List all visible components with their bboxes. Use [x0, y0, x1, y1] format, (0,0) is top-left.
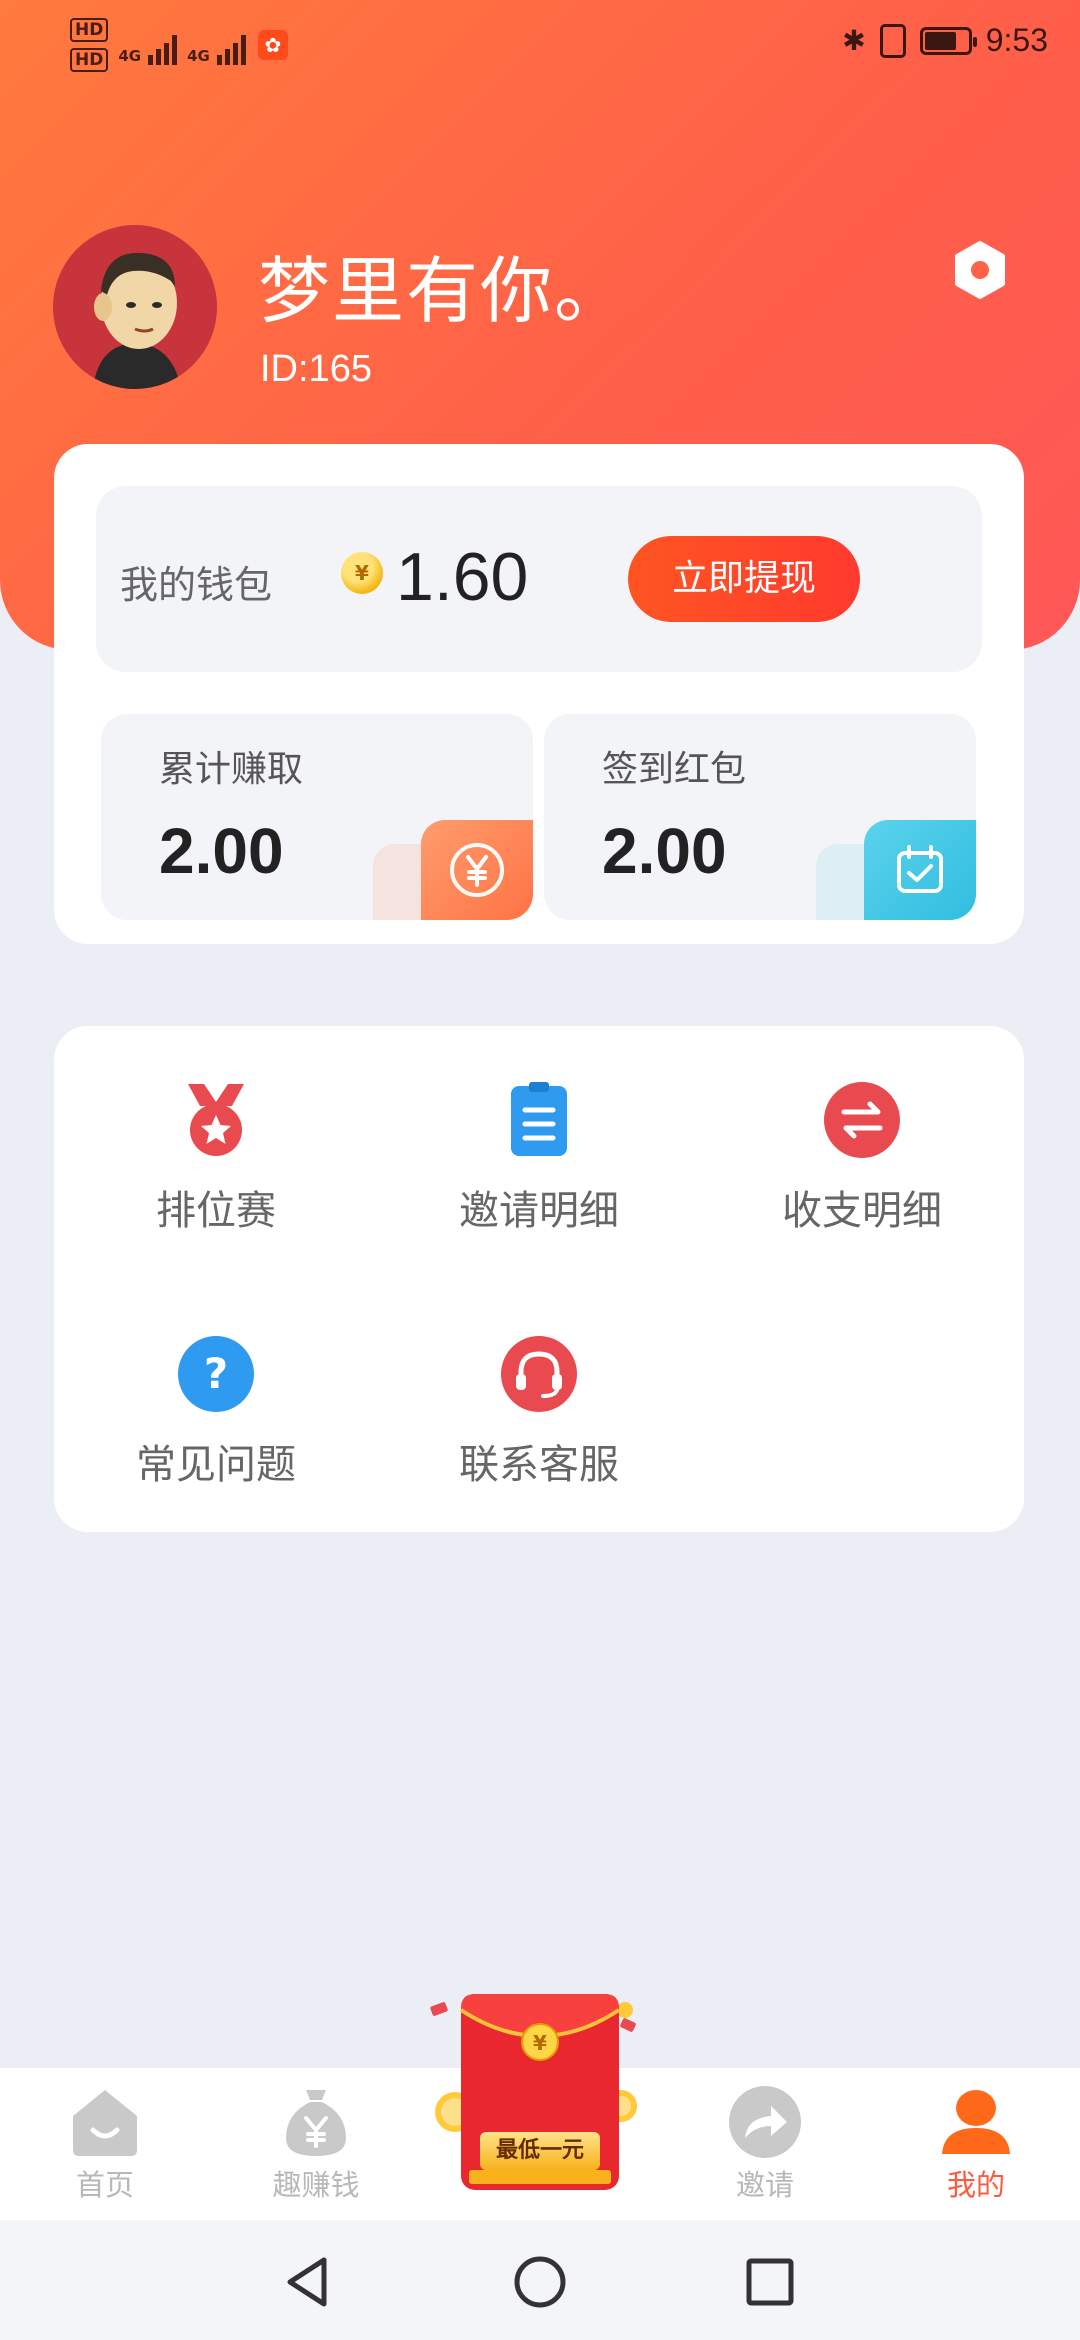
clipboard-icon: [499, 1080, 579, 1160]
avatar[interactable]: [53, 225, 217, 389]
nav-invite[interactable]: 邀请: [695, 2084, 835, 2204]
headset-icon: [499, 1334, 579, 1414]
hd-icon: HD: [70, 18, 109, 42]
transfer-icon: [822, 1080, 902, 1160]
avatar-image: [53, 225, 217, 389]
bluetooth-icon: ✱: [842, 24, 866, 57]
wallet-card: 我的钱包 ¥ 1.60 立即提现 累计赚取 2.00 签到红包 2.00: [54, 444, 1024, 944]
nav-mine-label: 我的: [946, 2168, 1005, 2202]
nav-home-label: 首页: [75, 2168, 134, 2202]
recents-icon[interactable]: [740, 2252, 800, 2312]
checkin-value: 2.00: [602, 815, 727, 887]
red-packet-tag: 最低一元: [480, 2132, 600, 2170]
menu-item-ranking[interactable]: 排位赛: [56, 1080, 376, 1260]
checkin-label: 签到红包: [602, 749, 747, 790]
yuan-coin-icon: [421, 820, 533, 920]
menu-card: 排位赛 邀请明细 收支明细 ? 常见问题 联系客服: [54, 1026, 1024, 1532]
hd-indicators: HD HD: [70, 18, 109, 72]
wallet-balance-row: 我的钱包 ¥ 1.60 立即提现: [96, 486, 982, 672]
money-bag-icon: [278, 2084, 354, 2160]
svg-text:¥: ¥: [533, 2031, 547, 2055]
total-earned-label: 累计赚取: [159, 749, 304, 790]
signal-icon: 4G: [118, 25, 178, 65]
menu-label-invite-details: 邀请明细: [459, 1188, 619, 1234]
coin-icon: ¥: [341, 552, 383, 594]
menu-item-customer-service[interactable]: 联系客服: [379, 1334, 699, 1514]
red-packet-button[interactable]: ¥ 最低一元: [425, 1990, 655, 2200]
menu-item-faq[interactable]: ? 常见问题: [56, 1334, 376, 1514]
wallet-label: 我的钱包: [120, 563, 273, 607]
status-left: HD HD 4G 4G ✿: [70, 18, 290, 72]
vibrate-icon: [879, 23, 906, 58]
status-right: ✱ 9:53: [842, 22, 1048, 59]
svg-text:?: ?: [204, 1349, 228, 1398]
username: 梦里有你。: [258, 249, 629, 333]
status-time: 9:53: [985, 22, 1048, 58]
total-earned-box[interactable]: 累计赚取 2.00: [101, 714, 533, 920]
menu-label-ranking: 排位赛: [156, 1188, 276, 1234]
checkin-redpacket-box[interactable]: 签到红包 2.00: [544, 714, 976, 920]
user-icon: [938, 2084, 1014, 2160]
nav-mine[interactable]: 我的: [906, 2084, 1046, 2204]
menu-label-faq: 常见问题: [136, 1442, 296, 1488]
menu-label-customer-service: 联系客服: [459, 1442, 619, 1488]
total-earned-value: 2.00: [159, 815, 284, 887]
nav-earn[interactable]: 趣赚钱: [246, 2084, 386, 2204]
menu-label-transactions: 收支明细: [782, 1188, 942, 1234]
user-id: ID:165: [260, 348, 372, 390]
nav-earn-label: 趣赚钱: [272, 2168, 360, 2202]
home-circle-icon[interactable]: [510, 2252, 570, 2312]
menu-item-invite-details[interactable]: 邀请明细: [379, 1080, 699, 1260]
share-icon: [727, 2084, 803, 2160]
withdraw-button[interactable]: 立即提现: [628, 536, 860, 622]
nav-home[interactable]: 首页: [35, 2084, 175, 2204]
back-icon[interactable]: [278, 2252, 338, 2312]
hd-icon: HD: [70, 48, 109, 72]
home-icon: [67, 2084, 143, 2160]
system-navigation-bar: [0, 2220, 1080, 2340]
status-bar: HD HD 4G 4G ✿ ✱ 9:53: [0, 0, 1080, 90]
medal-icon: [176, 1080, 256, 1160]
battery-icon: [919, 26, 977, 55]
app-notification-icon: ✿: [255, 28, 290, 62]
question-icon: ?: [176, 1334, 256, 1414]
settings-icon[interactable]: [950, 240, 1010, 300]
calendar-check-icon: [864, 820, 976, 920]
nav-invite-label: 邀请: [735, 2168, 794, 2202]
menu-item-transactions[interactable]: 收支明细: [702, 1080, 1022, 1260]
signal-icon: 4G: [187, 25, 246, 65]
wallet-balance: 1.60: [396, 539, 529, 615]
